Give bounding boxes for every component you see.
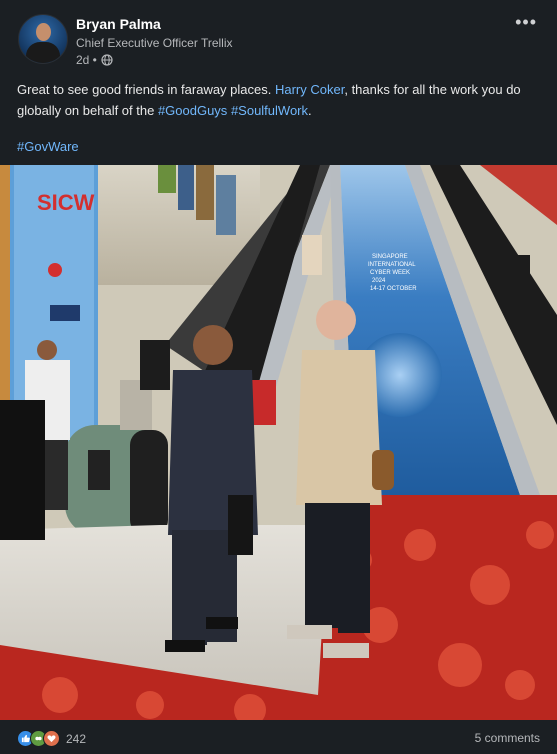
reaction-count: 242 (66, 731, 87, 746)
post-body: Great to see good friends in faraway pla… (17, 79, 542, 121)
post-time: 2d • (76, 53, 97, 67)
avatar-head (36, 23, 51, 41)
hashtag-govware[interactable]: #GovWare (17, 139, 79, 154)
post-footer: 242 5 comments (0, 722, 557, 754)
author-name[interactable]: Bryan Palma (76, 16, 161, 32)
post-header: Bryan Palma Chief Executive Officer Trel… (0, 0, 557, 70)
comments-count-link[interactable]: 5 comments (475, 731, 540, 745)
post-photo[interactable]: SICW SINGAPORE INTERNATIONAL CYBER WEEK … (0, 165, 557, 720)
sign-line-2: INTERNATIONAL (368, 262, 416, 268)
post-meta: 2d • (76, 53, 113, 67)
sign-line-5: 14-17 OCTOBER (370, 286, 417, 292)
post-text-part1: Great to see good friends in faraway pla… (17, 82, 275, 97)
author-avatar[interactable] (18, 14, 68, 64)
hashtag-goodguys[interactable]: #GoodGuys (158, 103, 227, 118)
avatar-body (26, 42, 60, 63)
post-text-end: . (308, 103, 312, 118)
post-card: Bryan Palma Chief Executive Officer Trel… (0, 0, 557, 754)
banner-logo: SICW (37, 190, 95, 215)
sign-line-3: CYBER WEEK (370, 270, 410, 276)
love-reaction-icon (43, 730, 60, 747)
mention-link[interactable]: Harry Coker (275, 82, 344, 97)
reactions-summary[interactable]: 242 (17, 730, 86, 747)
author-title: Chief Executive Officer Trellix (76, 36, 233, 50)
sign-line-4: 2024 (372, 278, 386, 284)
globe-icon (101, 54, 113, 66)
more-options-icon[interactable]: ••• (515, 12, 537, 33)
hashtag-soulfulwork[interactable]: #SoulfulWork (231, 103, 308, 118)
sign-line-1: SINGAPORE (372, 254, 408, 260)
